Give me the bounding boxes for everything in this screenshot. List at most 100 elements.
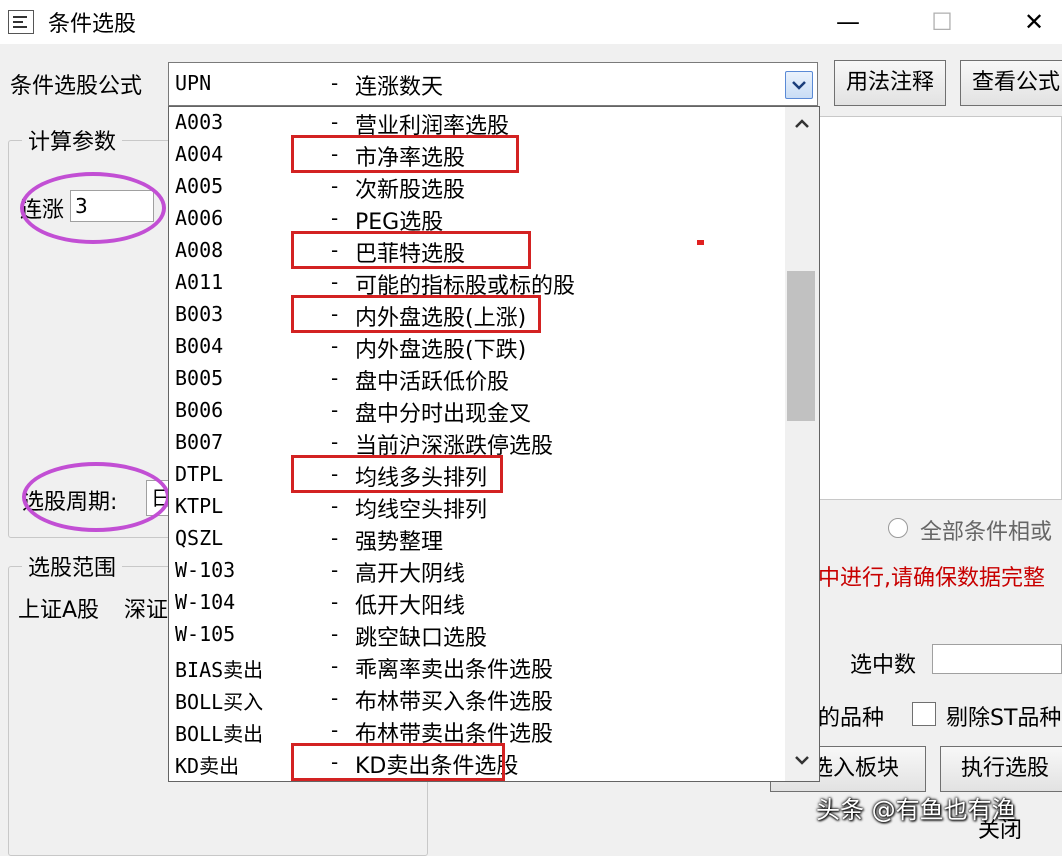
option-code: KD卖出 [175,754,240,778]
option-dash: - [331,270,339,294]
annotation-red-dot [697,240,704,245]
option-code: B006 [175,398,224,422]
option-code: B005 [175,366,224,390]
option-name: 内外盘选股(下跌) [355,338,527,363]
watermark: 头条 @有鱼也有渔 [816,796,1016,824]
highlight-box [291,135,519,173]
option-code: A004 [175,142,224,166]
chevron-down-icon [792,81,806,90]
option-code: B004 [175,334,224,358]
chevron-up-icon[interactable] [793,117,811,131]
option-name: 盘中活跃低价股 [355,370,510,395]
option-name: 乖离率卖出条件选股 [355,658,554,683]
formula-description-area [818,116,1062,500]
formula-label: 条件选股公式 [10,74,143,99]
selected-formula-name: 连涨数天 [355,75,444,100]
option-code: W-103 [175,558,236,582]
highlight-box [291,231,531,269]
dropdown-scrollbar[interactable] [785,107,819,781]
calc-params-label: 计算参数 [22,124,123,156]
dropdown-option[interactable]: QSZL - 强势整理 [169,523,781,555]
highlight-box [291,743,505,781]
minimize-button[interactable]: — [818,4,878,40]
dropdown-option[interactable]: B005 - 盘中活跃低价股 [169,363,781,395]
warning-text: 中进行,请确保数据完整 [818,566,1045,591]
all-conditions-or-radio[interactable] [888,518,908,538]
option-code: A005 [175,174,224,198]
option-name: 跳空缺口选股 [355,626,488,651]
option-code: BOLL买入 [175,690,264,714]
option-dash: - [331,398,339,422]
option-dash: - [331,430,339,454]
dropdown-option[interactable]: A005 - 次新股选股 [169,171,781,203]
annotation-ellipse-period [22,462,170,532]
dropdown-option[interactable]: BIAS卖出 - 乖离率卖出条件选股 [169,651,781,683]
option-code: KTPL [175,494,224,518]
dropdown-option[interactable]: W-104 - 低开大阳线 [169,587,781,619]
dropdown-option[interactable]: BOLL买入 - 布林带买入条件选股 [169,683,781,715]
option-dash: - [331,654,339,678]
option-dash: - [331,686,339,710]
option-code: B007 [175,430,224,454]
option-dash: - [331,366,339,390]
dropdown-option[interactable]: B004 - 内外盘选股(下跌) [169,331,781,363]
selected-formula-dash: - [331,71,339,95]
option-code: BOLL卖出 [175,722,264,746]
option-code: A008 [175,238,224,262]
option-code: BIAS卖出 [175,658,264,682]
option-name: 次新股选股 [355,178,466,203]
dropdown-arrow-button[interactable] [785,71,813,99]
option-code: DTPL [175,462,224,486]
formula-select[interactable]: UPN - 连涨数天 [168,62,818,106]
dropdown-option[interactable]: W-105 - 跳空缺口选股 [169,619,781,651]
range-sh-a[interactable]: 上证A股 [18,592,99,624]
highlight-box [291,455,503,493]
view-formula-button[interactable]: 查看公式 [960,60,1062,106]
dropdown-option[interactable]: W-103 - 高开大阴线 [169,555,781,587]
window-title: 条件选股 [48,12,137,37]
execute-button[interactable]: 执行选股 [940,746,1062,792]
dropdown-option[interactable]: B006 - 盘中分时出现金叉 [169,395,781,427]
option-dash: - [331,718,339,742]
annotation-ellipse-lianzhang [20,172,166,244]
selected-formula-code: UPN [175,71,212,95]
option-dash: - [331,622,339,646]
dropdown-option[interactable]: KTPL - 均线空头排列 [169,491,781,523]
option-code: QSZL [175,526,224,550]
variety-label: 的品种 [818,706,885,731]
chevron-down-icon[interactable] [793,753,811,767]
option-dash: - [331,526,339,550]
option-code: W-105 [175,622,236,646]
option-dash: - [331,590,339,614]
title-bar: 条件选股 — ☐ ✕ [0,0,1062,44]
close-window-button[interactable]: ✕ [1004,4,1062,40]
option-code: W-104 [175,590,236,614]
option-name: 均线空头排列 [355,498,488,523]
option-dash: - [331,558,339,582]
option-name: 低开大阳线 [355,594,466,619]
option-dash: - [331,110,339,134]
option-name: 强势整理 [355,530,444,555]
all-conditions-or-label: 全部条件相或 [920,520,1053,545]
range-label: 选股范围 [22,550,123,582]
option-dash: - [331,494,339,518]
formula-dropdown-list: A003- 营业利润率选股 A004- 市净率选股 A005- 次新股选股 A006- PEG… [168,106,820,782]
option-name: 盘中分时出现金叉 [355,402,532,427]
option-code: B003 [175,302,224,326]
exclude-st-checkbox[interactable] [912,702,936,726]
range-sz[interactable]: 深证 [124,592,168,624]
highlight-box [291,295,541,333]
option-dash: - [331,174,339,198]
option-code: A003 [175,110,224,134]
app-icon [8,10,34,34]
usage-notes-button[interactable]: 用法注释 [834,60,946,106]
maximize-button[interactable]: ☐ [912,4,972,40]
selected-count-label: 选中数 [850,653,917,678]
option-code: A011 [175,270,224,294]
option-name: 高开大阴线 [355,562,466,587]
selected-count-field [932,644,1062,674]
scrollbar-thumb[interactable] [787,271,815,421]
option-code: A006 [175,206,224,230]
option-dash: - [331,334,339,358]
option-dash: - [331,206,339,230]
